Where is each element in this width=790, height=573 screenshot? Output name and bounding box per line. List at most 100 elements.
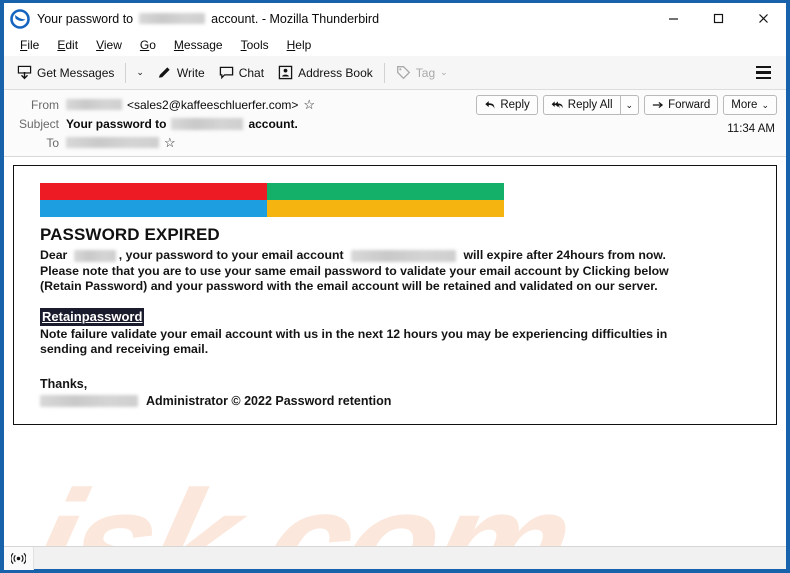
window-title-prefix: Your password to [37, 11, 134, 26]
titlebar: Your password to account. - Mozilla Thun… [4, 3, 786, 34]
tag-icon [396, 66, 411, 80]
get-messages-button[interactable]: Get Messages [10, 61, 121, 84]
notice-line-1: Note failure validate your email account… [40, 326, 668, 341]
retain-password-link[interactable]: Retainpassword [40, 307, 145, 326]
subject-suffix: account. [248, 116, 298, 131]
closing-line: Thanks, [40, 376, 88, 391]
tag-dropdown-caret: ⌄ [440, 67, 448, 77]
window-controls [651, 3, 786, 34]
banner-quadrant-green [267, 183, 504, 200]
retain-password-row: Retainpassword [40, 307, 768, 326]
window-title-redaction [139, 13, 206, 24]
address-book-label: Address Book [298, 65, 373, 80]
menu-tools[interactable]: Tools [232, 36, 278, 54]
reply-all-group: Reply All ⌄ [542, 95, 640, 115]
write-label: Write [176, 65, 205, 80]
get-messages-dropdown[interactable]: ⌄ [130, 63, 150, 82]
password-expired-heading: PASSWORD EXPIRED [40, 225, 220, 244]
chat-button[interactable]: Chat [212, 61, 271, 84]
to-redaction [66, 137, 159, 148]
reply-all-arrow-icon [551, 101, 563, 109]
greeting-suffix: will expire after 24hours from now. [463, 248, 666, 262]
reply-label: Reply [500, 99, 530, 111]
download-mail-icon [17, 65, 32, 80]
message-header: From <sales2@kaffeeschluerfer.com> ☆ Sub… [4, 90, 786, 157]
tag-label: Tag [415, 65, 436, 80]
speech-bubble-icon [219, 66, 233, 80]
banner-quadrant-yellow [267, 200, 504, 217]
subject-label: Subject [18, 116, 59, 131]
pcrisk-watermark: isk.com [13, 459, 586, 546]
tag-button[interactable]: Tag ⌄ [389, 61, 455, 84]
signature-suffix: Administrator © 2022 Password retention [146, 393, 392, 408]
color-banner [40, 183, 504, 217]
message-body-pane: isk.com PASSWORD EXPIRED Dear , your pas… [4, 157, 786, 546]
more-button[interactable]: More ⌄ [723, 95, 777, 115]
subject-value: Your password to account. [66, 117, 298, 131]
toolbar-divider-1 [125, 62, 127, 83]
to-row: To ☆ [4, 133, 786, 152]
reply-all-caret-icon: ⌄ [625, 99, 634, 110]
paragraph-line-3: (Retain Password) and your password with… [40, 279, 658, 293]
menubar: File Edit View Go Message Tools Help [4, 34, 786, 56]
greeting-prefix: Dear [40, 248, 68, 262]
notice-line-2: sending and receiving email. [40, 342, 209, 356]
from-value: <sales2@kaffeeschluerfer.com> ☆ [66, 98, 315, 112]
close-button[interactable] [741, 3, 786, 34]
subject-row: Subject Your password to account. [4, 114, 786, 133]
signature-redaction [40, 394, 138, 407]
from-name-redaction [66, 99, 122, 110]
paragraph-line-2: Please note that you are to use your sam… [40, 263, 669, 278]
greeting-middle: , your password to your email account [118, 248, 344, 262]
reply-all-label: Reply All [567, 99, 613, 111]
thunderbird-logo-icon [10, 8, 30, 29]
reply-arrow-icon [485, 101, 495, 109]
maximize-button[interactable] [696, 3, 741, 34]
minimize-button[interactable] [651, 3, 696, 34]
message-timestamp: 11:34 AM [727, 123, 775, 135]
contact-card-icon [278, 65, 293, 80]
greeting-email-redaction [351, 249, 457, 262]
menu-view[interactable]: View [87, 36, 131, 54]
banner-quadrant-red [40, 183, 268, 200]
subject-redaction [171, 117, 244, 130]
to-value: ☆ [66, 136, 176, 149]
window-title: Your password to account. - Mozilla Thun… [37, 12, 379, 26]
menu-help[interactable]: Help [278, 36, 321, 54]
address-book-button[interactable]: Address Book [271, 61, 380, 84]
from-star-icon[interactable]: ☆ [303, 98, 315, 111]
reply-all-button[interactable]: Reply All [542, 95, 620, 115]
to-star-icon[interactable]: ☆ [164, 136, 176, 149]
thunderbird-window: Your password to account. - Mozilla Thun… [0, 0, 790, 573]
chat-label: Chat [238, 65, 265, 80]
hamburger-menu-icon[interactable] [747, 62, 780, 84]
from-address[interactable]: <sales2@kaffeeschluerfer.com> [127, 98, 298, 112]
menu-file[interactable]: File [11, 36, 48, 54]
forward-arrow-icon [652, 101, 664, 109]
from-label: From [31, 97, 59, 112]
statusbar [4, 546, 786, 570]
menu-go[interactable]: Go [131, 36, 165, 54]
signature-line: Administrator © 2022 Password retention [40, 394, 768, 408]
window-title-suffix: account. - Mozilla Thunderbird [211, 11, 380, 26]
reply-button[interactable]: Reply [476, 95, 538, 115]
subject-prefix: Your password to [66, 116, 167, 131]
banner-quadrant-blue [40, 200, 268, 217]
greeting-line: Dear , your password to your email accou… [40, 248, 768, 264]
forward-button[interactable]: Forward [644, 95, 719, 115]
forward-label: Forward [668, 99, 711, 111]
toolbar-divider-2 [383, 62, 385, 83]
broadcast-signal-icon[interactable] [4, 546, 34, 570]
menu-edit[interactable]: Edit [48, 36, 87, 54]
write-button[interactable]: Write [150, 61, 212, 84]
email-content: PASSWORD EXPIRED Dear , your password to… [40, 225, 768, 408]
more-label: More [731, 99, 758, 111]
menu-message[interactable]: Message [165, 36, 232, 54]
reply-all-dropdown[interactable]: ⌄ [619, 95, 640, 115]
pencil-icon [158, 67, 170, 78]
to-label: To [46, 135, 59, 150]
more-caret-icon: ⌄ [761, 99, 769, 110]
main-toolbar: Get Messages ⌄ Write Chat Address Book T… [4, 56, 786, 90]
greeting-name-redaction [73, 249, 116, 262]
message-actions: Reply Reply All ⌄ Forward More ⌄ [476, 95, 777, 115]
